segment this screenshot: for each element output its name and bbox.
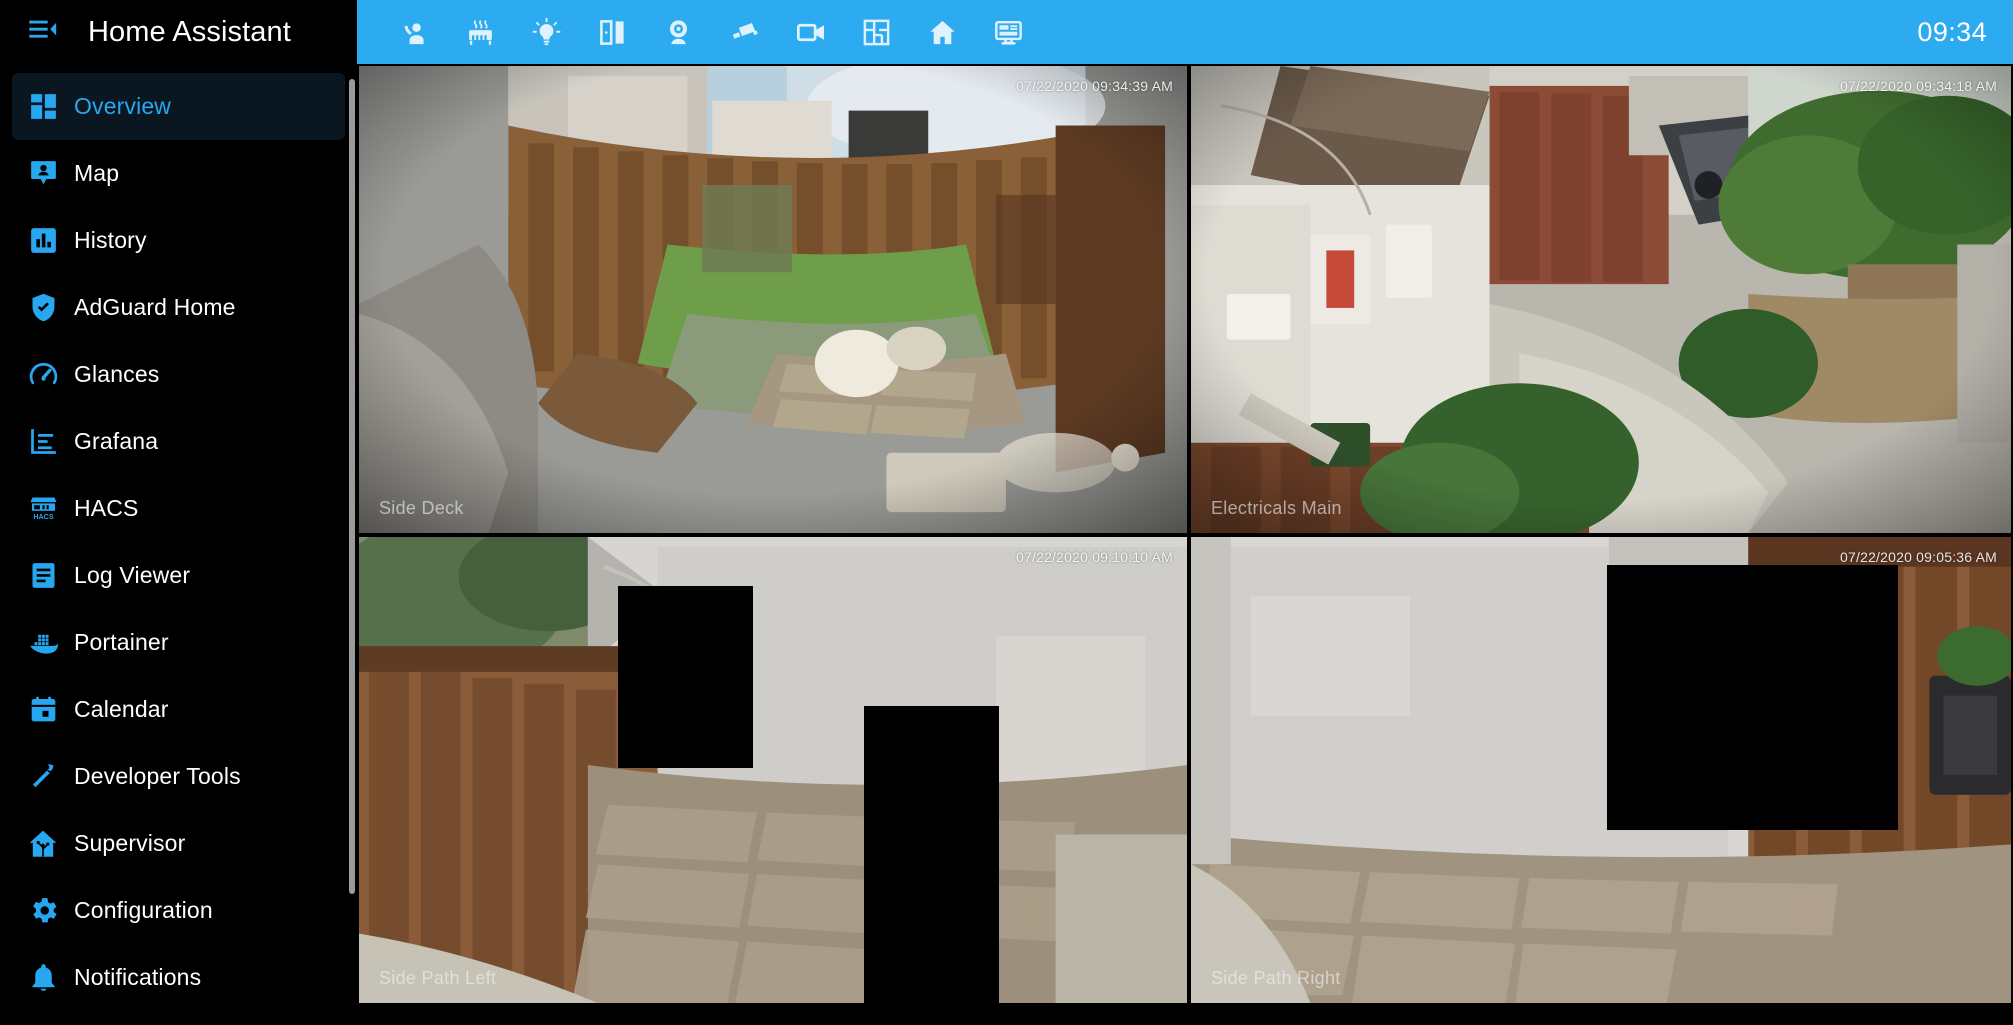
menu-collapse-icon[interactable]: [22, 12, 62, 52]
radiator-icon: [465, 17, 496, 48]
camera-timestamp: 07/22/2020 09:34:39 AM: [1016, 78, 1173, 94]
account-presence-icon: [399, 17, 430, 48]
sidebar-item-label: Developer Tools: [74, 763, 241, 789]
sidebar-item-label: Configuration: [74, 897, 213, 923]
camera-feed-image: [359, 537, 1187, 1003]
hammer-wrench-icon: [12, 760, 74, 793]
sidebar-item-configuration[interactable]: Configuration: [12, 877, 345, 944]
camera-label: Electricals Main: [1211, 498, 1342, 518]
tab-floorplan[interactable]: [843, 0, 909, 64]
sidebar-item-label: Portainer: [74, 629, 169, 655]
sidebar-header: Home Assistant: [0, 0, 357, 64]
tab-monitor[interactable]: [975, 0, 1041, 64]
sidebar-item-adguard-home[interactable]: AdGuard Home: [12, 274, 345, 341]
sidebar-item-portainer[interactable]: Portainer: [12, 609, 345, 676]
tab-lights[interactable]: [513, 0, 579, 64]
tab-webcam[interactable]: [645, 0, 711, 64]
camera-feed-image: [1191, 66, 2011, 533]
sidebar-item-calendar[interactable]: Calendar: [12, 676, 345, 743]
sidebar-item-label: Map: [74, 160, 120, 186]
tab-doors[interactable]: [579, 0, 645, 64]
sidebar-item-label: Log Viewer: [74, 562, 191, 588]
home-icon: [927, 17, 958, 48]
sidebar-item-label: Supervisor: [74, 830, 186, 856]
view-dashboard-icon: [12, 90, 74, 123]
camera-label: Side Deck: [379, 498, 464, 518]
video-icon: [795, 17, 826, 48]
camera-card-side-path-left[interactable]: 07/22/2020 09:10:10 AM Side Path Left: [357, 535, 1189, 1005]
sidebar-item-history[interactable]: History: [12, 207, 345, 274]
chart-box-icon: [12, 224, 74, 257]
camera-timestamp: 07/22/2020 09:05:36 AM: [1840, 549, 1997, 565]
sidebar-item-overview[interactable]: Overview: [12, 73, 345, 140]
home-assistant-icon: [12, 827, 74, 861]
lightbulb-icon: [531, 17, 562, 48]
svg-text:HACS: HACS: [33, 513, 53, 521]
camera-feed-image: [359, 66, 1187, 533]
sidebar-item-label: AdGuard Home: [74, 294, 236, 320]
camera-card-side-deck[interactable]: 07/22/2020 09:34:39 AM Side Deck: [357, 64, 1189, 535]
privacy-mask-block: [618, 586, 753, 768]
camera-card-electricals-main[interactable]: 07/22/2020 09:34:18 AM Electricals Main: [1189, 64, 2013, 535]
sidebar-item-label: Overview: [74, 93, 172, 119]
tab-presence[interactable]: [381, 0, 447, 64]
home-assistant-dashboard: Home Assistant Overview Map History AdGu…: [0, 0, 2013, 1025]
sidebar-scrollbar[interactable]: [349, 79, 355, 894]
sidebar-item-label: HACS: [74, 495, 139, 521]
sidebar-item-supervisor[interactable]: Supervisor: [12, 810, 345, 877]
privacy-mask-block: [1607, 565, 1898, 830]
sidebar-item-label: Notifications: [74, 964, 202, 990]
camera-grid: 07/22/2020 09:34:39 AM Side Deck 07/22/2…: [357, 64, 2013, 1025]
tab-home[interactable]: [909, 0, 975, 64]
sidebar-item-glances[interactable]: Glances: [12, 341, 345, 408]
shield-check-icon: [12, 291, 74, 324]
app-title: Home Assistant: [88, 15, 291, 48]
sidebar-item-label: Calendar: [74, 696, 169, 722]
calendar-icon: [12, 693, 74, 726]
map-marker-account-icon: [12, 157, 74, 190]
cog-icon: [12, 894, 74, 927]
hacs-storefront-icon: HACS: [12, 492, 74, 525]
sidebar-item-label: Grafana: [74, 428, 159, 454]
sidebar-item-label: History: [74, 227, 147, 253]
door-icon: [597, 17, 628, 48]
sidebar-nav: Overview Map History AdGuard Home Glance…: [0, 64, 357, 1011]
tab-cctv[interactable]: [711, 0, 777, 64]
sidebar-item-label: Glances: [74, 361, 160, 387]
top-toolbar: 09:34: [357, 0, 2013, 64]
privacy-mask-block: [864, 706, 999, 1003]
sidebar: Home Assistant Overview Map History AdGu…: [0, 0, 357, 1025]
sidebar-item-notifications[interactable]: Notifications: [12, 944, 345, 1011]
chart-timeline-icon: [12, 425, 74, 458]
monitor-dashboard-icon: [993, 17, 1024, 48]
camera-timestamp: 07/22/2020 09:34:18 AM: [1840, 78, 1997, 94]
camera-timestamp: 07/22/2020 09:10:10 AM: [1016, 549, 1173, 565]
docker-whale-icon: [12, 626, 74, 660]
camera-label: Side Path Right: [1211, 968, 1341, 988]
sidebar-item-map[interactable]: Map: [12, 140, 345, 207]
camera-card-side-path-right[interactable]: 07/22/2020 09:05:36 AM Side Path Right: [1189, 535, 2013, 1005]
cctv-icon: [729, 17, 760, 48]
camera-label: Side Path Left: [379, 968, 497, 988]
sidebar-item-grafana[interactable]: Grafana: [12, 408, 345, 475]
main-content: 09:34 07/22/2020 09:34:39 AM Side Deck 0…: [357, 0, 2013, 1025]
clock: 09:34: [1917, 16, 1987, 47]
webcam-icon: [663, 17, 694, 48]
file-document-icon: [12, 559, 74, 592]
floor-plan-icon: [861, 17, 892, 48]
tab-video[interactable]: [777, 0, 843, 64]
bell-icon: [12, 961, 74, 994]
tab-climate[interactable]: [447, 0, 513, 64]
sidebar-item-developer-tools[interactable]: Developer Tools: [12, 743, 345, 810]
sidebar-item-hacs[interactable]: HACS HACS: [12, 475, 345, 542]
sidebar-item-log-viewer[interactable]: Log Viewer: [12, 542, 345, 609]
gauge-icon: [12, 358, 74, 391]
